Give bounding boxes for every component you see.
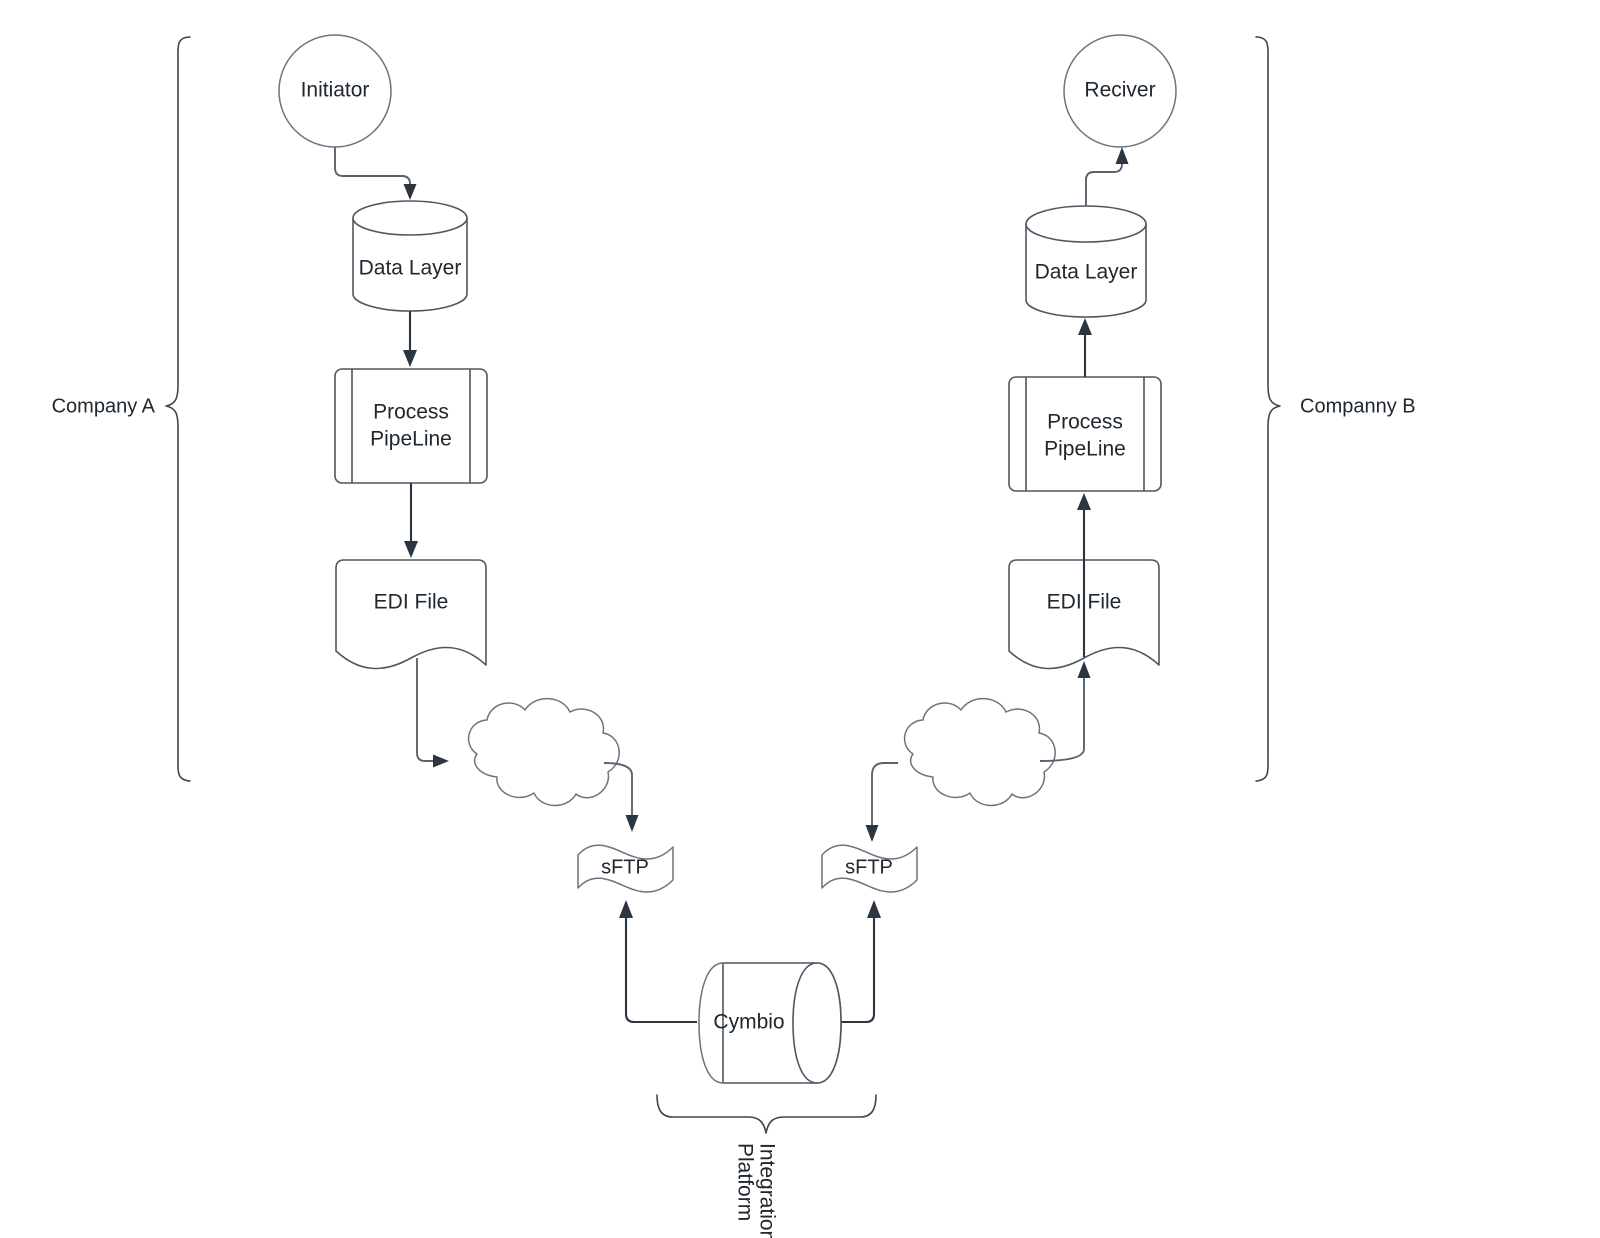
connector-pipeline-to-edi-left bbox=[404, 483, 418, 558]
connector-initiator-to-data-layer bbox=[334, 147, 417, 200]
initiator-label: Initiator bbox=[301, 79, 370, 102]
integration-platform-label-1: Integration bbox=[755, 1143, 778, 1238]
cymbio-label: Cymbio bbox=[713, 1011, 784, 1034]
connector-cloud-to-edi-right bbox=[1039, 661, 1091, 762]
connector-edi-to-cloud-left bbox=[416, 658, 449, 768]
connector-data-layer-to-pipeline-left bbox=[403, 311, 417, 367]
process-pipeline-left-label-1: Process bbox=[373, 401, 449, 424]
node-cymbio[interactable]: Cymbio bbox=[698, 962, 842, 1084]
process-pipeline-left-label-2: PipeLine bbox=[370, 428, 452, 451]
connector-pipeline-to-data-layer-right bbox=[1078, 318, 1092, 377]
node-edi-file-left[interactable]: EDI File bbox=[335, 559, 487, 670]
company-b-label: Companny B bbox=[1300, 395, 1416, 417]
process-pipeline-right-label-2: PipeLine bbox=[1044, 438, 1126, 461]
company-a-label: Company A bbox=[52, 395, 156, 417]
reciver-label: Reciver bbox=[1084, 79, 1155, 102]
node-sftp-left[interactable]: sFTP bbox=[577, 844, 674, 893]
connector-sftp-to-cloud-right bbox=[865, 762, 898, 842]
sftp-right-label: sFTP bbox=[845, 856, 893, 878]
node-data-layer-right[interactable]: Data Layer bbox=[1025, 205, 1147, 318]
connector-cymbio-to-sftp-left bbox=[619, 900, 697, 1024]
node-reciver[interactable]: Reciver bbox=[1063, 34, 1177, 148]
node-process-pipeline-left[interactable]: Process PipeLine bbox=[334, 368, 488, 484]
node-data-layer-left[interactable]: Data Layer bbox=[352, 200, 468, 312]
node-process-pipeline-right[interactable]: Process PipeLine bbox=[1008, 376, 1162, 492]
integration-platform-label-2: Platform bbox=[733, 1143, 756, 1221]
connector-cymbio-to-sftp-right bbox=[840, 900, 881, 1024]
connector-data-layer-to-reciver bbox=[1085, 147, 1129, 206]
node-cloud-left[interactable] bbox=[467, 697, 620, 807]
node-cloud-right[interactable] bbox=[903, 697, 1056, 807]
company-a-brace bbox=[165, 36, 191, 782]
company-b-brace bbox=[1255, 36, 1281, 782]
diagram-canvas: Company A Companny B Initiator Data Laye… bbox=[0, 0, 1600, 1238]
integration-platform-brace bbox=[656, 1094, 877, 1134]
data-layer-left-label: Data Layer bbox=[359, 257, 462, 280]
process-pipeline-right-label-1: Process bbox=[1047, 411, 1123, 434]
node-initiator[interactable]: Initiator bbox=[278, 34, 392, 148]
connector-cloud-to-sftp-left bbox=[603, 762, 639, 832]
sftp-left-label: sFTP bbox=[601, 856, 649, 878]
data-layer-right-label: Data Layer bbox=[1035, 261, 1138, 284]
flow-diagram-svg: Company A Companny B Initiator Data Laye… bbox=[52, 34, 1416, 1238]
edi-file-left-label: EDI File bbox=[374, 591, 449, 614]
node-sftp-right[interactable]: sFTP bbox=[821, 844, 918, 893]
